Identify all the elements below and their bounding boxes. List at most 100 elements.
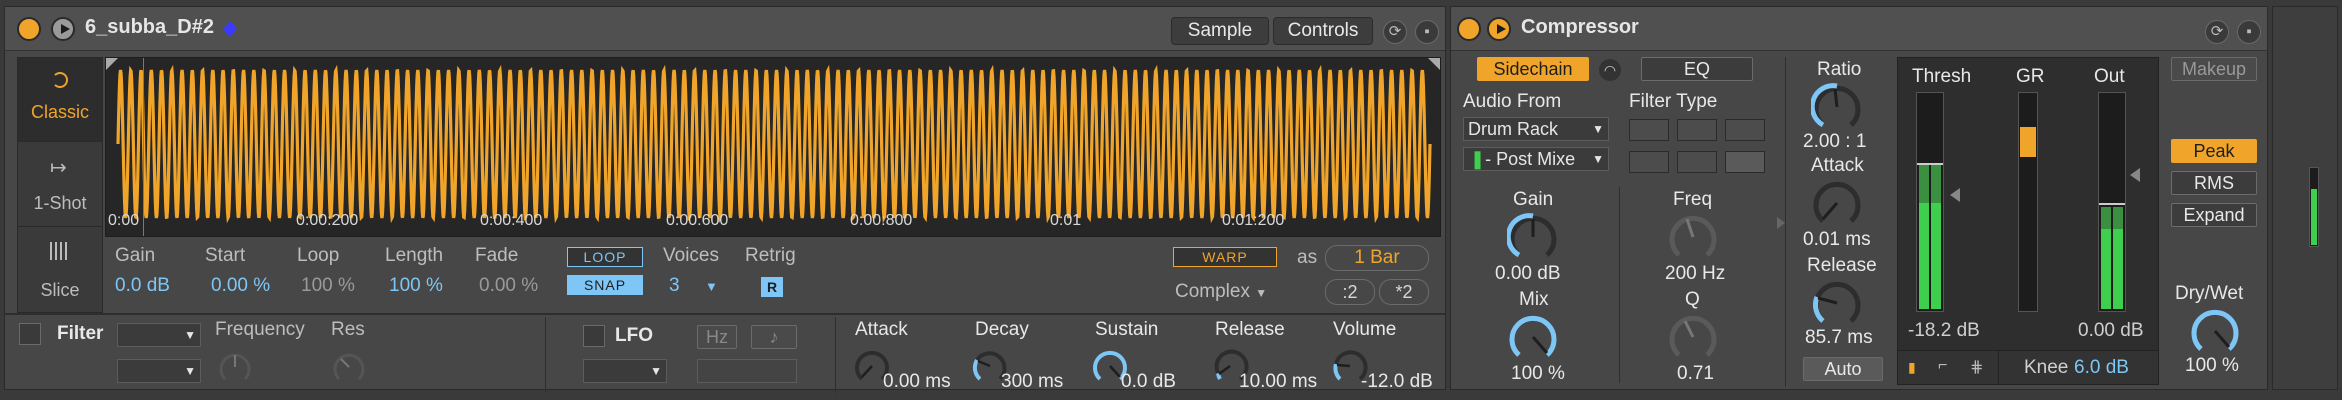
out-label: Out (2094, 66, 2125, 87)
warp-button[interactable]: WARP (1173, 247, 1277, 267)
highpass-filter-icon[interactable] (1629, 151, 1669, 173)
mode-slice[interactable]: Slice (18, 228, 102, 312)
sidechain-eq-button[interactable]: EQ (1641, 57, 1753, 81)
attack-label: Attack (1811, 155, 1864, 176)
loop-value[interactable]: 100 % (301, 275, 355, 297)
release-label: Release (1807, 255, 1877, 276)
audio-tap-select[interactable]: ❚- Post Mixe (1463, 147, 1609, 171)
lfo-hz-button[interactable]: Hz (697, 325, 737, 349)
attack-value: 0.01 ms (1803, 229, 1871, 250)
resonance-knob[interactable] (331, 349, 367, 385)
device-fold-button[interactable] (1487, 17, 1511, 41)
sidechain-q-knob[interactable] (1667, 311, 1719, 363)
expand-mode-button[interactable]: Expand (2171, 203, 2257, 227)
mode-one-shot[interactable]: ↦ 1-Shot (18, 143, 102, 227)
thresh-value[interactable]: -18.2 dB (1908, 320, 1980, 342)
auto-release-button[interactable]: Auto (1803, 357, 1883, 381)
retrig-button[interactable]: R (761, 277, 783, 297)
warp-mode-select[interactable]: Complex ▼ (1175, 281, 1267, 303)
collapsed-view-icon[interactable]: ▮ (1908, 359, 1924, 375)
voices-value[interactable]: 3 (669, 275, 680, 297)
lfo-enable-checkbox[interactable] (583, 325, 605, 347)
sidechain-toggle-button[interactable]: Sidechain (1477, 57, 1589, 81)
collapse-arrow-icon[interactable] (1777, 217, 1785, 229)
compressor-title-bar: Compressor ⟳ ▪ (1451, 7, 2267, 51)
bandpass-filter-icon[interactable] (1677, 119, 1717, 141)
double-button[interactable]: *2 (1379, 279, 1429, 305)
warp-bars-field[interactable]: 1 Bar (1325, 245, 1429, 271)
env-divider (835, 317, 836, 393)
filter-slope-select[interactable] (117, 359, 201, 383)
attack-knob[interactable] (1811, 177, 1863, 229)
tab-controls[interactable]: Controls (1273, 17, 1373, 45)
gain-value[interactable]: 0.0 dB (115, 275, 170, 297)
shelf-filter-icon[interactable] (1725, 151, 1765, 173)
filter-enable-checkbox[interactable] (19, 323, 41, 345)
playhead-line (143, 58, 144, 236)
ratio-knob[interactable] (1811, 81, 1863, 133)
release-knob[interactable] (1811, 277, 1863, 329)
fade-value[interactable]: 0.00 % (479, 275, 538, 297)
rms-mode-button[interactable]: RMS (2171, 171, 2257, 195)
decay-label: Decay (975, 319, 1029, 340)
drywet-label: Dry/Wet (2175, 283, 2244, 304)
output-meter[interactable] (2098, 92, 2126, 312)
ruler-tick: 0:00:200 (296, 212, 359, 229)
waveform-display[interactable]: 0:00 0:00:200 0:00:400 0:00:600 0:00:800… (105, 57, 1441, 237)
save-preset-icon[interactable]: ▪ (1415, 20, 1439, 44)
drywet-knob[interactable] (2189, 305, 2241, 357)
makeup-button[interactable]: Makeup (2171, 57, 2257, 81)
filter-type-select[interactable] (117, 323, 201, 347)
peak-mode-button[interactable]: Peak (2171, 139, 2257, 163)
threshold-meter[interactable] (1916, 92, 1944, 312)
tab-sample[interactable]: Sample (1171, 17, 1269, 45)
frequency-knob[interactable] (217, 349, 253, 385)
sidechain-gain-knob[interactable] (1507, 211, 1559, 263)
lfo-sync-note-icon[interactable]: ♪ (751, 325, 797, 349)
start-value[interactable]: 0.00 % (211, 275, 270, 297)
lfo-rate-field[interactable] (697, 359, 797, 383)
view-bar: ▮ ⌐ ⋕ Knee 6.0 dB (1898, 350, 2158, 385)
drop-marker-icon (223, 21, 237, 37)
section-divider (1785, 57, 1786, 387)
transfer-curve-icon[interactable]: ⌐ (1938, 357, 1960, 377)
audio-from-select[interactable]: Drum Rack (1463, 117, 1609, 141)
device-activator-button[interactable] (1457, 17, 1481, 41)
waveform-path (116, 64, 1432, 224)
device-activator-button[interactable] (17, 17, 41, 41)
output-handle-icon[interactable] (2130, 168, 2140, 182)
preview-play-button[interactable] (51, 17, 75, 41)
sidechain-freq-knob[interactable] (1667, 211, 1719, 263)
decay-value: 300 ms (1001, 371, 1064, 392)
ruler-tick: 0:01 (1050, 212, 1082, 229)
lfo-shape-select[interactable] (583, 359, 667, 383)
snap-toggle-button[interactable]: SNAP (567, 275, 643, 295)
voices-dropdown-icon[interactable]: ▼ (705, 279, 718, 294)
length-value[interactable]: 100 % (389, 275, 443, 297)
loop-toggle-button[interactable]: LOOP (567, 247, 643, 267)
notch-filter-icon[interactable] (1725, 119, 1765, 141)
compressor-device: Compressor ⟳ ▪ Sidechain ◠ EQ Audio From… (1450, 6, 2268, 390)
out-value[interactable]: 0.00 dB (2078, 320, 2144, 342)
audio-from-label: Audio From (1463, 91, 1562, 112)
halve-button[interactable]: :2 (1325, 279, 1375, 305)
save-preset-icon[interactable]: ▪ (2237, 20, 2261, 44)
ruler-tick: 0:00:400 (480, 212, 543, 229)
start-marker-icon[interactable] (106, 58, 118, 70)
end-marker-icon[interactable] (1428, 58, 1440, 70)
headphones-icon[interactable]: ◠ (1599, 59, 1621, 81)
activity-view-icon[interactable]: ⋕ (1970, 357, 1992, 377)
hot-swap-icon[interactable]: ⟳ (1383, 20, 1407, 44)
sidechain-mix-knob[interactable] (1507, 311, 1559, 363)
sidechain-q-label: Q (1685, 289, 1700, 310)
mode-classic[interactable]: Classic (18, 58, 102, 142)
sidechain-freq-value: 200 Hz (1665, 263, 1726, 284)
track-meter (2309, 167, 2319, 247)
knee-value[interactable]: 6.0 dB (2074, 357, 2129, 379)
device-title: Compressor (1521, 16, 1639, 38)
lowpass-filter-icon[interactable] (1629, 119, 1669, 141)
peak-filter-icon[interactable] (1677, 151, 1717, 173)
ratio-value: 2.00 : 1 (1803, 131, 1867, 152)
hot-swap-icon[interactable]: ⟳ (2205, 20, 2229, 44)
threshold-handle-icon[interactable] (1950, 188, 1960, 202)
